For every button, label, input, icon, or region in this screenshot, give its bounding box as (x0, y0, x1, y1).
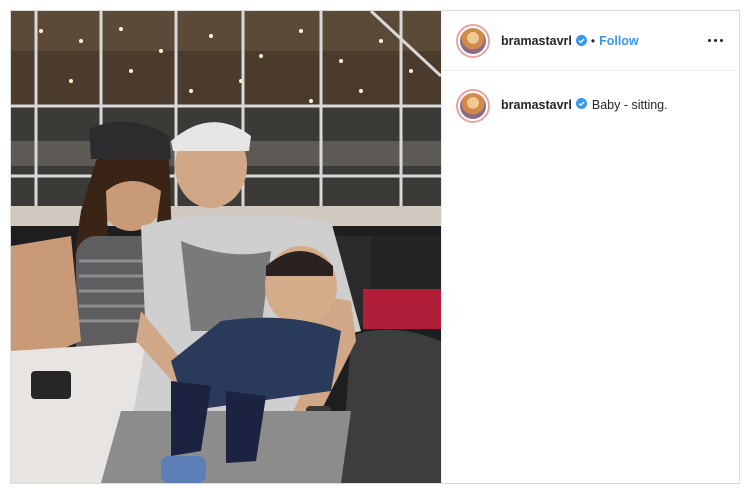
avatar[interactable] (456, 23, 490, 58)
caption-username-link[interactable]: bramastavrl (501, 98, 572, 112)
caption-body: bramastavrl Baby - sitting. (501, 89, 668, 130)
post-sidebar: bramastavrl • Follow bramastavrl Baby - s… (441, 11, 739, 483)
separator-dot: • (590, 33, 596, 48)
follow-button[interactable]: Follow (599, 34, 639, 48)
post-photo[interactable] (11, 11, 441, 483)
more-options-icon[interactable] (704, 35, 728, 47)
verified-badge-icon (575, 35, 587, 46)
caption-text: Baby - sitting. (591, 98, 668, 112)
username-link[interactable]: bramastavrl (501, 34, 572, 48)
avatar[interactable] (456, 89, 490, 123)
verified-badge-icon (575, 98, 587, 109)
caption-comment: bramastavrl Baby - sitting. (442, 71, 739, 130)
post-card: bramastavrl • Follow bramastavrl Baby - s… (10, 10, 740, 484)
caption-timestamp (501, 120, 668, 130)
post-header: bramastavrl • Follow (442, 11, 739, 71)
